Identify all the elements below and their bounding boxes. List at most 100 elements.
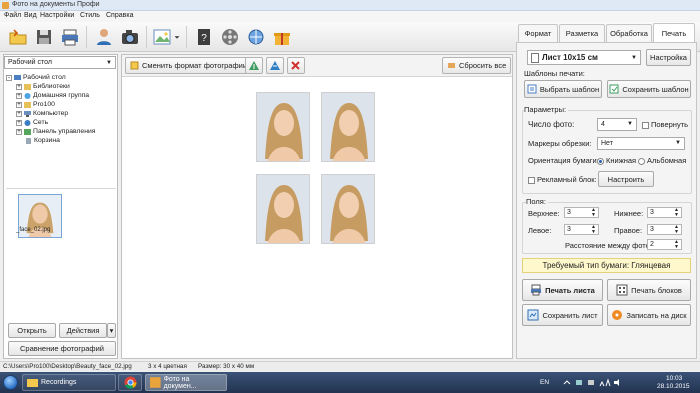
print-photo-1[interactable] <box>256 92 310 162</box>
open-file-button[interactable] <box>6 25 30 49</box>
network-icon <box>24 119 31 126</box>
chevron-down-icon: ▼ <box>627 121 633 127</box>
tab-processing[interactable]: Обработка <box>606 24 652 42</box>
tab-layout[interactable]: Разметка <box>559 24 605 42</box>
bottom-margin-spinner[interactable]: 3 ▲ ▼ <box>647 207 682 218</box>
sheet-settings-button[interactable]: Настройка <box>646 49 691 66</box>
menu-help[interactable]: Справка <box>106 12 133 19</box>
tree-item-label: Корзина <box>34 137 60 144</box>
ad-setup-button[interactable]: Настроить <box>598 171 654 187</box>
expand-icon[interactable]: + <box>16 128 22 135</box>
print-blocks-button[interactable]: Печать блоков <box>607 279 691 301</box>
spinner-arrows-icon[interactable]: ▲ ▼ <box>674 225 679 235</box>
choose-template-button[interactable]: Выбрать шаблон <box>524 80 602 98</box>
print-button[interactable] <box>58 25 82 49</box>
tree-item-libraries[interactable]: + Библиотеки <box>16 83 70 90</box>
print-photo-2[interactable] <box>321 92 375 162</box>
person-wizard-button[interactable] <box>92 25 116 49</box>
delete-button[interactable] <box>287 57 305 74</box>
expand-icon[interactable]: + <box>16 110 22 117</box>
save-image-icon <box>527 309 539 321</box>
print-blocks-label: Печать блоков <box>631 285 682 295</box>
image-button[interactable] <box>150 25 174 49</box>
top-margin-spinner[interactable]: 3 ▲ ▼ <box>564 207 599 218</box>
print-sheet-button[interactable]: Печать листа <box>522 279 603 301</box>
update-button[interactable] <box>244 25 268 49</box>
right-margin-spinner[interactable]: 3 ▲ ▼ <box>647 224 682 235</box>
ad-block-checkbox[interactable]: Рекламный блок: <box>528 175 597 184</box>
blocks-print-icon <box>616 284 628 296</box>
menu-file[interactable]: Файл <box>4 12 21 19</box>
taskbar-recordings[interactable]: Recordings <box>22 374 116 391</box>
user-folder-icon <box>24 101 31 108</box>
left-margin-spinner[interactable]: 3 ▲ ▼ <box>564 224 599 235</box>
tab-format[interactable]: Формат <box>518 24 558 42</box>
tree-item-homegroup[interactable]: + Домашняя группа <box>16 92 89 99</box>
burn-disk-button[interactable]: Записать на диск <box>607 304 691 326</box>
floppy-icon <box>37 30 51 44</box>
clock-date[interactable]: 28.10.2015 <box>657 383 690 390</box>
triangle-arrows-icon <box>270 60 280 70</box>
spinner-arrows-icon[interactable]: ▲ ▼ <box>591 225 596 235</box>
radio-icon <box>638 157 645 165</box>
actions-button[interactable]: Действия <box>59 323 107 338</box>
language-indicator[interactable]: EN <box>540 379 549 386</box>
rotate-checkbox[interactable]: Повернуть <box>642 120 688 129</box>
taskbar-chrome[interactable] <box>118 374 142 391</box>
reset-all-button[interactable]: Сбросить все <box>442 57 512 74</box>
print-sheet-label: Печать листа <box>545 285 595 295</box>
spinner-arrows-icon[interactable]: ▲ ▼ <box>674 208 679 218</box>
image-dropdown-button[interactable] <box>172 25 182 49</box>
sheet-size-select[interactable]: Лист 10x15 см ▼ <box>527 50 641 65</box>
tab-print[interactable]: Печать <box>653 23 695 42</box>
tree-item-pro100[interactable]: + Pro100 <box>16 101 55 108</box>
expand-icon[interactable]: + <box>16 101 22 108</box>
adjust-up-button[interactable] <box>245 57 263 74</box>
crop-markers-select[interactable]: Нет ▼ <box>597 137 685 150</box>
control-panel-icon <box>24 128 31 135</box>
spinner-arrows-icon[interactable]: ▲ ▼ <box>591 208 596 218</box>
menu-settings[interactable]: Настройки <box>40 12 74 19</box>
help-button[interactable]: ? <box>192 25 216 49</box>
status-bar: C:\Users\Pro100\Desktop\Beauty_face_02.j… <box>0 361 700 371</box>
open-button[interactable]: Открыть <box>8 323 56 338</box>
clock-time[interactable]: 10:03 <box>666 375 682 382</box>
photo-count-select[interactable]: 4 ▼ <box>597 118 637 131</box>
expand-icon[interactable]: + <box>16 119 22 126</box>
spacing-spinner[interactable]: 2 ▲ ▼ <box>647 239 682 250</box>
tree-item-desktop[interactable]: - Рабочий стол <box>6 74 66 81</box>
landscape-radio[interactable]: Альбомная <box>638 156 686 165</box>
camera-button[interactable] <box>118 25 142 49</box>
location-dropdown[interactable]: Рабочий стол ▼ <box>4 56 116 69</box>
tree-item-label: Библиотеки <box>33 83 70 90</box>
tree-item-computer[interactable]: + Компьютер <box>16 110 68 117</box>
save-sheet-label: Сохранить лист <box>542 310 598 320</box>
choose-template-label: Выбрать шаблон <box>539 84 600 94</box>
actions-dropdown-button[interactable]: ▾ <box>107 323 116 338</box>
save-button[interactable] <box>32 25 56 49</box>
gift-button[interactable] <box>270 25 294 49</box>
expand-icon[interactable]: + <box>16 83 22 90</box>
save-template-button[interactable]: Сохранить шаблон <box>607 80 691 98</box>
adjust-down-button[interactable] <box>266 57 284 74</box>
change-format-button[interactable]: Сменить формат фотографии <box>125 57 253 74</box>
tree-item-network[interactable]: + Сеть <box>16 119 48 126</box>
spinner-arrows-icon[interactable]: ▲ ▼ <box>674 240 679 250</box>
save-sheet-button[interactable]: Сохранить лист <box>522 304 603 326</box>
video-button[interactable] <box>218 25 242 49</box>
taskbar-label: Фото на докумен... <box>163 375 197 390</box>
taskbar-photo-app[interactable]: Фото на докумен... <box>145 374 227 391</box>
print-photo-3[interactable] <box>256 174 310 244</box>
tree-item-control-panel[interactable]: + Панель управления <box>16 128 95 135</box>
compare-photos-button[interactable]: Сравнение фотографий <box>8 341 116 356</box>
print-photo-4[interactable] <box>321 174 375 244</box>
expand-icon[interactable]: + <box>16 92 22 99</box>
collapse-icon[interactable]: - <box>6 74 12 81</box>
start-button[interactable] <box>3 375 18 390</box>
spacing-label: Расстояние между фото: <box>565 241 652 250</box>
menu-view[interactable]: Вид <box>24 12 37 19</box>
tree-item-recycle-bin[interactable]: Корзина <box>25 137 60 144</box>
camera-icon <box>122 30 138 44</box>
portrait-radio[interactable]: Книжная <box>597 156 636 165</box>
menu-style[interactable]: Стиль <box>80 12 100 19</box>
